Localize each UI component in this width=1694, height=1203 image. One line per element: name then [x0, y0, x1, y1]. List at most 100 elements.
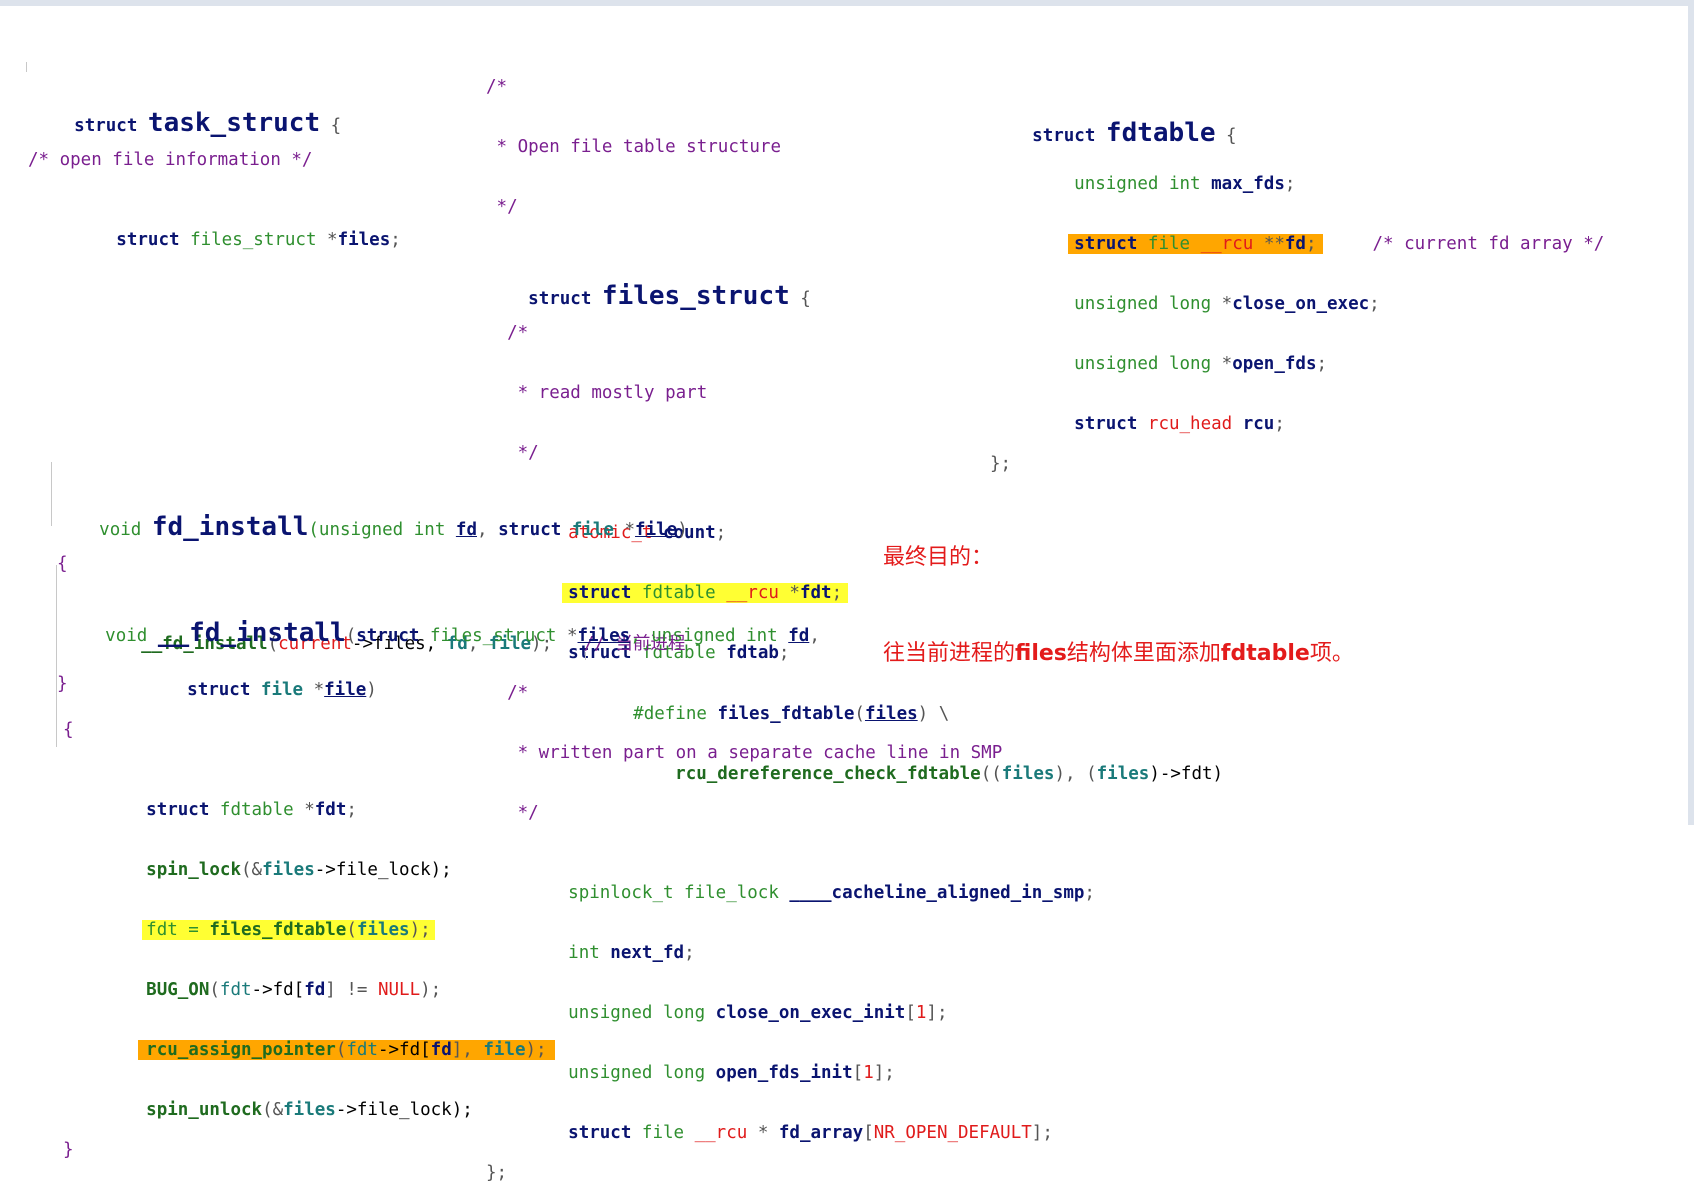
- pointer-star: *: [293, 800, 315, 820]
- semicolon: ;: [390, 230, 401, 250]
- arg-fd: fd: [430, 1040, 452, 1060]
- member-file-lock: ->file_lock);: [335, 1100, 473, 1120]
- bracket: ];: [873, 1063, 895, 1083]
- null-literal: NULL: [377, 980, 421, 1000]
- type-name: (unsigned int: [308, 520, 456, 540]
- semicolon: ;: [1316, 354, 1328, 374]
- arg-file: file: [483, 1040, 526, 1060]
- bracket: [: [852, 1063, 864, 1083]
- keyword: struct: [146, 800, 210, 820]
- paren: (: [346, 920, 357, 940]
- paren: ((: [980, 764, 1002, 784]
- pointer-star: *: [556, 626, 578, 646]
- bracket: ];: [1031, 1123, 1053, 1143]
- pointer-star: *: [613, 520, 636, 540]
- call-files-fdtable: files_fdtable: [209, 920, 347, 940]
- paren: ): [366, 680, 377, 700]
- keyword: struct: [1074, 414, 1138, 434]
- member-fd: ->fd[: [377, 1040, 431, 1060]
- local-fdt: fdt: [314, 800, 347, 820]
- note-text: 项。: [1309, 641, 1354, 666]
- keyword: struct: [187, 680, 251, 700]
- field-rcu: rcu: [1232, 414, 1275, 434]
- arg-fd: fd: [304, 980, 326, 1000]
- param-file: file: [324, 680, 367, 700]
- note-title: 最终目的：: [883, 545, 994, 570]
- operator: ] !=: [325, 980, 378, 1000]
- struct-name-fdtable: fdtable: [1105, 118, 1216, 148]
- fdtable-block: struct fdtable { unsigned int max_fds; s…: [990, 54, 1604, 494]
- type-name: file: [561, 520, 614, 540]
- arg-fdt: fdt: [346, 1040, 378, 1060]
- keyword: struct: [356, 626, 420, 646]
- semicolon: ;: [1305, 234, 1317, 254]
- paren: );: [525, 1040, 547, 1060]
- paren: (: [854, 704, 865, 724]
- type-name: unsigned long: [1074, 354, 1212, 374]
- type-name: file: [250, 680, 304, 700]
- assign-fdt: fdt =: [146, 920, 210, 940]
- arg-files: files: [262, 860, 315, 880]
- note-keyword-fdtable: fdtable: [1220, 641, 1310, 666]
- preprocessor-define: #define: [633, 704, 718, 724]
- arg-files: files: [356, 920, 410, 940]
- keyword: struct: [498, 520, 562, 540]
- bracket: [: [905, 1003, 916, 1023]
- member-file-lock: ->file_lock);: [314, 860, 452, 880]
- comma: ,: [476, 520, 499, 540]
- number-literal: 1: [863, 1063, 874, 1083]
- param-files: files: [577, 626, 631, 646]
- semicolon: ;: [1084, 883, 1095, 903]
- rcu-annotation: __rcu: [1190, 234, 1254, 254]
- keyword: struct: [74, 116, 148, 136]
- macro-nr-open-default: NR_OPEN_DEFAULT: [873, 1123, 1032, 1143]
- arg-files: files: [1001, 764, 1055, 784]
- comma: ],: [451, 1040, 484, 1060]
- paren: (: [209, 980, 220, 1000]
- type-name: file: [1137, 234, 1191, 254]
- comment-line: /* current fd array */: [1372, 234, 1605, 254]
- comment-line: /* open file information */: [28, 150, 313, 170]
- window-frame-top: [0, 0, 1694, 6]
- bracket: [: [863, 1123, 874, 1143]
- highlight-files-fdtable: fdt = files_fdtable(files);: [142, 920, 435, 940]
- note-keyword-files: files: [1015, 641, 1067, 666]
- field-close-on-exec: close_on_exec: [1232, 294, 1370, 314]
- semicolon: ;: [1274, 414, 1285, 434]
- line-continuation: ) \: [917, 704, 950, 724]
- pointer-star: *: [1211, 294, 1233, 314]
- brace: {: [1215, 126, 1237, 146]
- gutter-line: [51, 462, 52, 526]
- gutter-line: [26, 62, 27, 72]
- pointer-star: *: [303, 680, 325, 700]
- macro-files-fdtable: files_fdtable: [717, 704, 855, 724]
- param-files: files: [864, 704, 918, 724]
- arg-fdt: fdt: [219, 980, 252, 1000]
- semicolon: ;: [346, 800, 357, 820]
- annotation-note: 最终目的： 往当前进程的files结构体里面添加fdtable项。: [883, 478, 1354, 702]
- call-bug-on: BUG_ON: [146, 980, 210, 1000]
- field-files: files: [337, 230, 391, 250]
- arg-files: files: [1096, 764, 1150, 784]
- arg-files: files: [283, 1100, 336, 1120]
- type-name: void: [105, 626, 158, 646]
- keyword: struct: [74, 230, 191, 250]
- window-frame-right: [1688, 0, 1694, 825]
- struct-name-files-struct: files_struct: [601, 281, 790, 311]
- highlight-fd: struct file __rcu **fd;: [1068, 234, 1323, 254]
- semicolon: ;: [1369, 294, 1380, 314]
- keyword: struct: [528, 289, 602, 309]
- type-name: rcu_head: [1137, 414, 1233, 434]
- call-spin-unlock: spin_unlock: [146, 1100, 263, 1120]
- paren: ): [677, 520, 688, 540]
- type-name: void: [99, 520, 152, 540]
- member-fdt: )->fdt): [1149, 764, 1224, 784]
- semicolon: ;: [831, 583, 843, 603]
- pointer-star: *: [316, 230, 338, 250]
- paren: (: [345, 626, 357, 646]
- call-spin-lock: spin_lock: [146, 860, 241, 880]
- type-name: files_struct: [419, 626, 557, 646]
- gutter-line: [56, 565, 57, 747]
- call-rcu-assign-pointer: rcu_assign_pointer: [146, 1040, 336, 1060]
- member-fd: ->fd[: [251, 980, 305, 1000]
